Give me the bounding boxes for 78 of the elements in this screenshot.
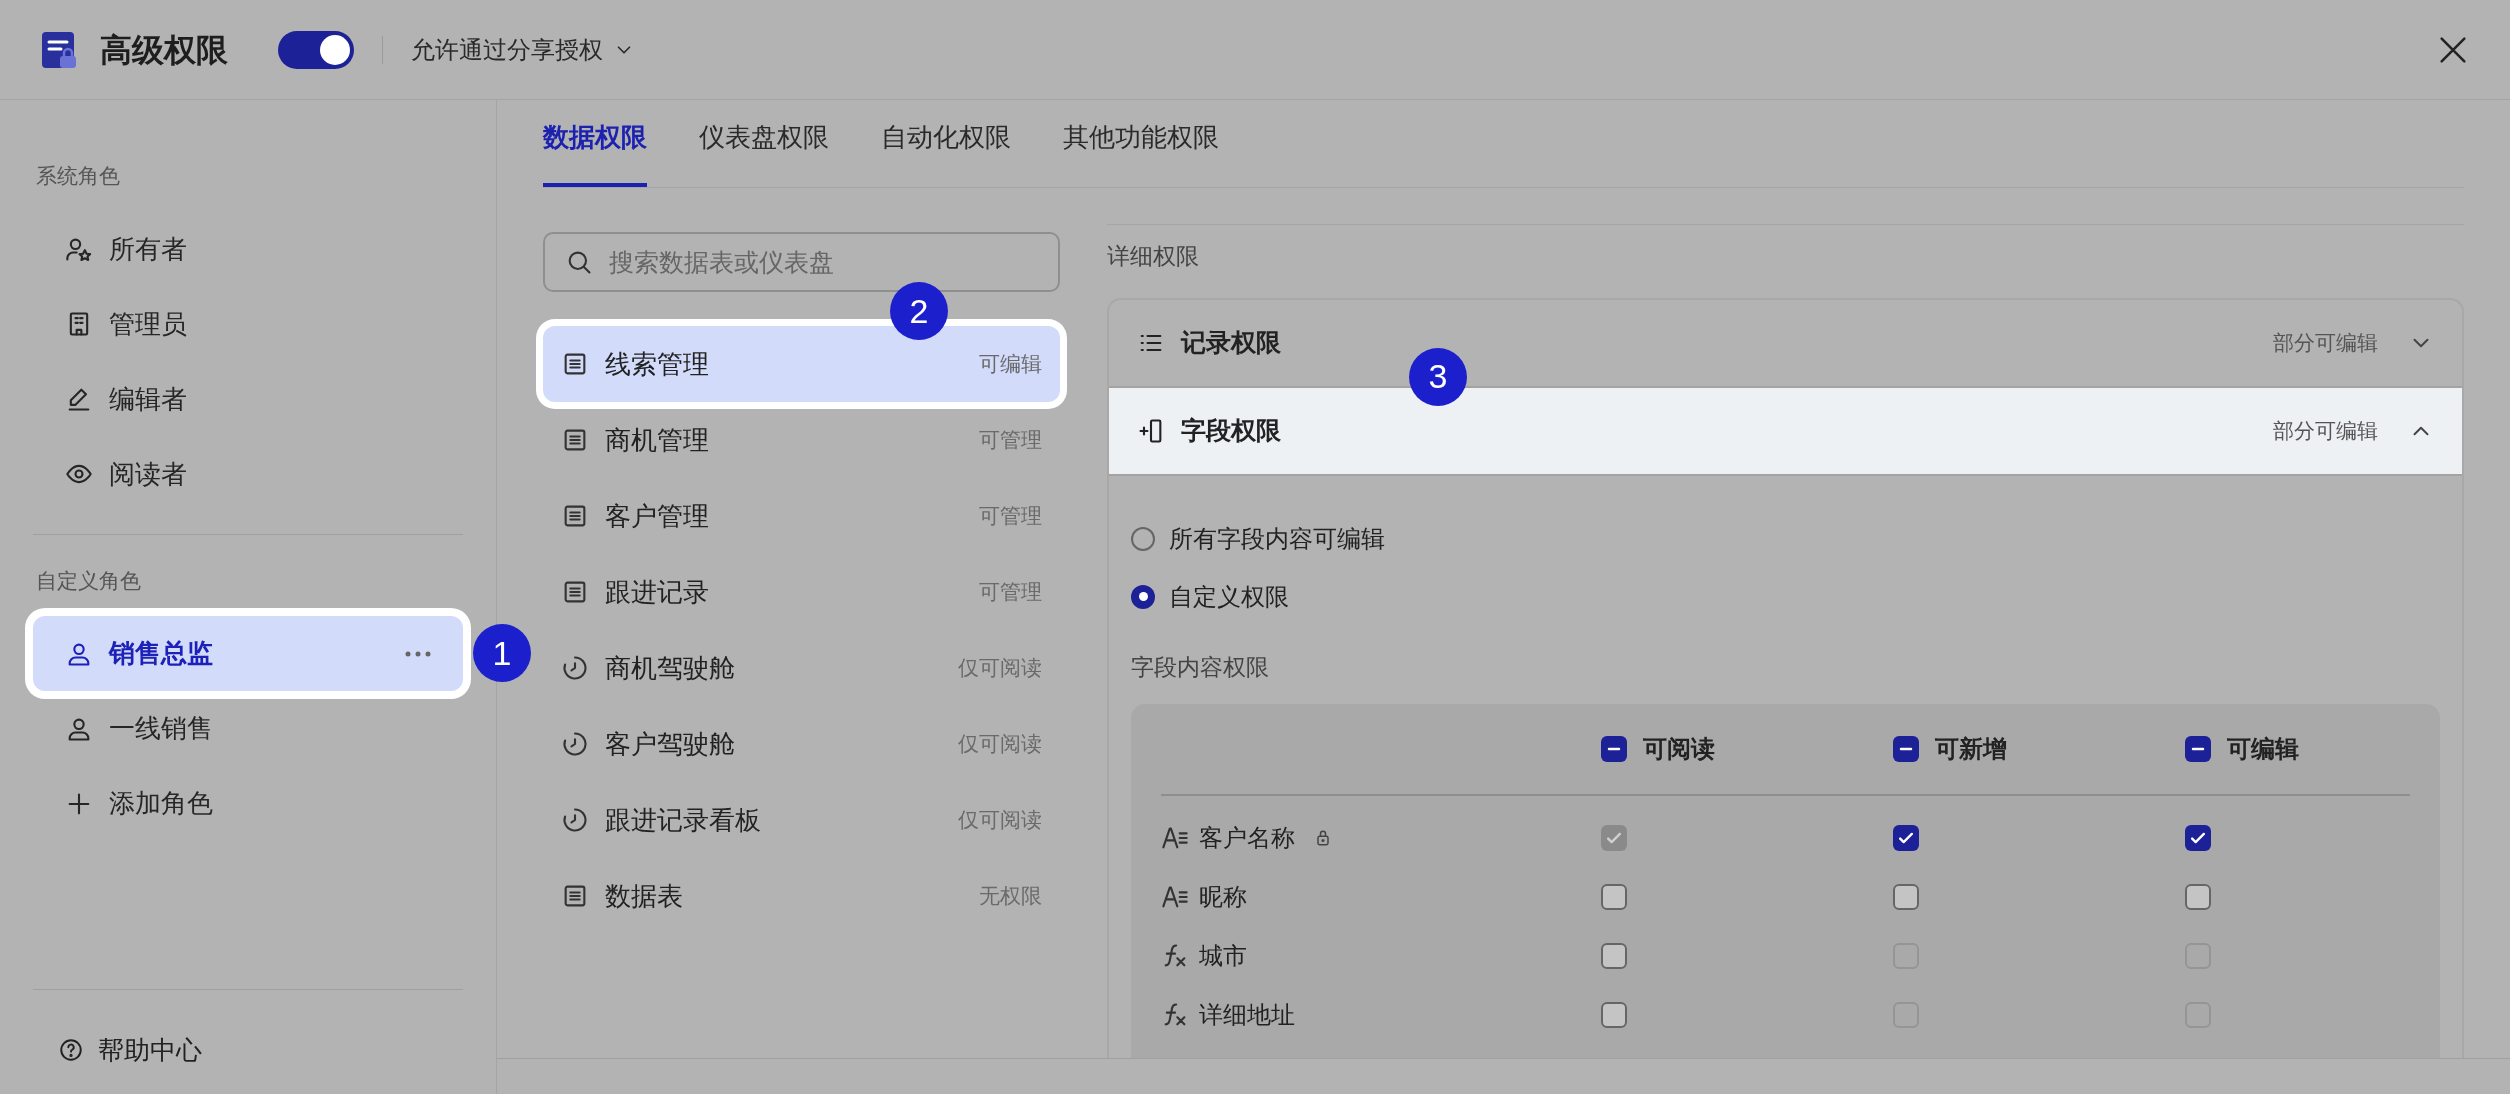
resource-item[interactable]: 跟进记录 可管理 [543,554,1060,630]
checkbox[interactable] [1893,824,1919,851]
gauge-icon [561,730,589,758]
checkbox[interactable] [2185,824,2211,851]
tab[interactable]: 仪表盘权限 [699,118,829,187]
field-name: 客户名称 [1199,822,1295,853]
checkbox[interactable] [1601,883,1627,910]
section-label: 自定义角色 [35,567,142,594]
window-title: 高级权限 [100,30,228,70]
role-item[interactable]: 编辑者 [33,361,463,437]
role-item[interactable]: 管理员 [33,286,463,362]
permission-label: 可编辑 [979,351,1042,378]
column-header: 可新增 [1935,734,2007,764]
checkbox[interactable] [1893,736,1919,762]
permission-label: 仅可阅读 [958,655,1042,682]
accordion-header[interactable]: 字段权限 部分可编辑 [1109,387,2462,476]
resource-item[interactable]: 跟进记录看板 仅可阅读 [543,782,1060,858]
minus-icon [2191,747,2205,751]
check-icon [1607,831,1621,844]
checkbox[interactable] [1601,1001,1627,1028]
section-label: 系统角色 [35,163,121,189]
permission-label: 仅可阅读 [958,731,1042,758]
radio-option[interactable]: 所有字段内容可编辑 [1131,509,2440,568]
checkbox[interactable] [1601,736,1627,762]
resource-name: 客户管理 [605,499,709,533]
tab[interactable]: 数据权限 [543,118,647,187]
search-field[interactable]: 搜索数据表或仪表盘 [543,232,1060,292]
permission-label: 无权限 [979,883,1042,910]
section-label: 字段内容权限 [1131,652,1270,682]
resource-name: 线索管理 [605,347,709,381]
checkbox[interactable] [1601,942,1627,969]
gauge-icon [561,806,589,834]
tab[interactable]: 自动化权限 [881,118,1011,187]
checkbox[interactable] [1893,883,1919,910]
resource-name: 数据表 [605,879,683,913]
help-icon [58,1037,84,1063]
minus-icon [1899,747,1913,751]
more-icon[interactable] [405,650,431,657]
field-name: 城市 [1199,940,1247,971]
status-label: 部分可编辑 [2273,329,2378,356]
status-label: 部分可编辑 [2273,417,2378,444]
resource-name: 跟进记录看板 [605,803,761,837]
step-badge: 3 [1409,347,1467,406]
column-header: 可阅读 [1643,734,1715,764]
role-item[interactable]: 一线销售 [33,691,463,766]
tab[interactable]: 其他功能权限 [1063,118,1219,187]
check-icon [2191,831,2205,844]
resource-item[interactable]: 客户管理 可管理 [543,478,1060,554]
role-item[interactable]: 阅读者 [33,436,463,512]
resource-item[interactable]: 商机管理 可管理 [543,402,1060,478]
help-link[interactable]: 帮助中心 [33,1020,463,1080]
resource-name: 跟进记录 [605,575,709,609]
role-item[interactable]: 添加角色 [33,766,463,841]
field-name: 昵称 [1199,881,1247,912]
field-name: 详细地址 [1199,999,1295,1030]
radio-option[interactable]: 自定义权限 [1131,567,2440,626]
permission-label: 可管理 [979,579,1042,606]
check-icon [1899,831,1913,844]
column-header: 可编辑 [2227,734,2299,764]
share-dropdown[interactable]: 允许通过分享授权 [411,31,635,68]
checkbox[interactable] [2185,883,2211,910]
step-badge: 1 [473,624,531,682]
resource-name: 商机驾驶舱 [605,651,735,685]
panel-title: 详细权限 [1107,242,1200,271]
resource-item[interactable]: 客户驾驶舱 仅可阅读 [543,706,1060,782]
resource-name: 商机管理 [605,423,709,457]
permission-label: 可管理 [979,503,1042,530]
minus-icon [1607,747,1621,751]
resource-name: 客户驾驶舱 [605,727,735,761]
permission-label: 仅可阅读 [958,807,1042,834]
step-badge: 2 [890,282,948,340]
resource-item[interactable]: 商机驾驶舱 仅可阅读 [543,630,1060,706]
toggle-switch[interactable] [278,30,354,69]
resource-item[interactable]: 数据表 无权限 [543,858,1060,934]
role-item[interactable]: 所有者 [33,211,463,287]
permission-label: 可管理 [979,427,1042,454]
checkbox[interactable] [2185,736,2211,762]
gauge-icon [561,654,589,682]
